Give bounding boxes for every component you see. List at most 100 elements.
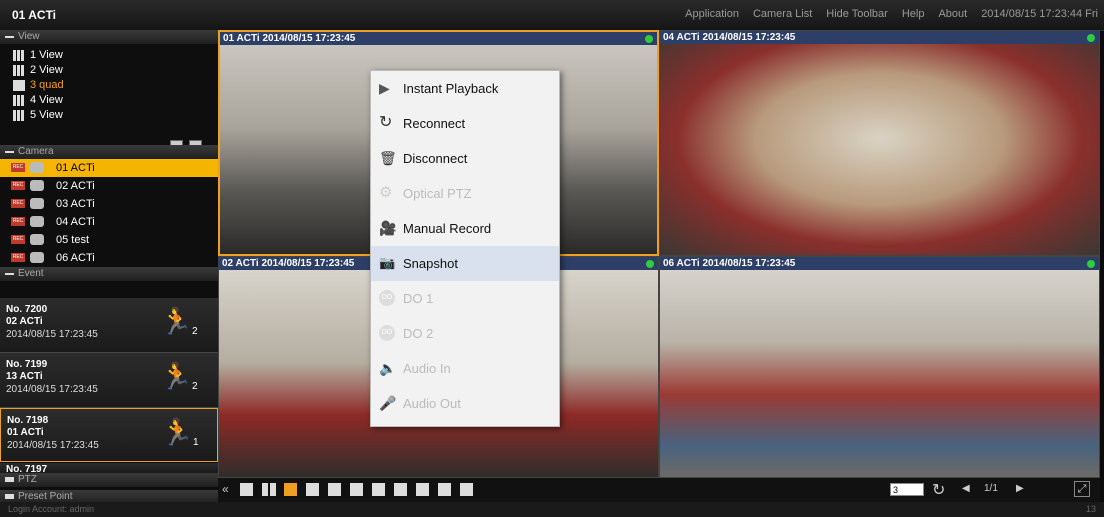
menu-camera-list[interactable]: Camera List — [753, 8, 812, 20]
rec-badge-icon: REC — [11, 199, 25, 208]
view-item-2[interactable]: 2 View — [0, 63, 218, 78]
camera-item-05[interactable]: REC 05 test — [0, 231, 218, 249]
status-bar: Login Account: admin 13 — [0, 502, 1104, 517]
camera-icon — [30, 234, 44, 245]
camera-icon — [30, 162, 44, 173]
menu-hide-toolbar[interactable]: Hide Toolbar — [826, 8, 888, 20]
event-item[interactable]: No. 7200 02 ACTi 2014/08/15 17:23:45 🏃 2 — [0, 298, 218, 353]
context-menu: ▶ Instant Playback ↻ Reconnect 🗑 Disconnect… — [370, 70, 560, 427]
layout-8-button[interactable] — [328, 483, 341, 496]
play-icon: ▶ — [379, 80, 390, 96]
menu-application[interactable]: Application — [685, 8, 739, 20]
fullscreen-icon[interactable]: ⤢ — [1074, 481, 1090, 497]
top-bar: 01 ACTi Application Camera List Hide Too… — [0, 0, 1104, 31]
camera-tile-06[interactable]: 06 ACTi 2014/08/15 17:23:45 — [659, 256, 1100, 478]
layout-quad-button[interactable] — [284, 483, 297, 496]
trash-icon: 🗑 — [379, 150, 397, 166]
menu-bar: Application Camera List Hide Toolbar Hel… — [685, 8, 1098, 20]
menu-audio-in: 🔈 Audio In — [379, 360, 451, 376]
page-indicator: 1/1 — [984, 483, 998, 494]
menu-do-2: DO DO 2 — [371, 316, 559, 351]
rec-badge-icon: REC — [11, 163, 25, 172]
menu-instant-playback[interactable]: ▶ Instant Playback — [371, 71, 559, 106]
camera-item-04[interactable]: REC 04 ACTi — [0, 213, 218, 231]
status-icon — [1087, 34, 1095, 42]
do-icon: DO — [379, 290, 395, 306]
layout-25-button[interactable] — [460, 483, 473, 496]
record-camera-icon: 🎥 — [379, 220, 397, 236]
camera-grid: 01 ACTi 2014/08/15 17:23:45 04 ACTi 2014… — [218, 30, 1100, 478]
menu-help[interactable]: Help — [902, 8, 925, 20]
collapse-icon — [5, 273, 14, 275]
menu-audio-out: 🎤 Audio Out — [379, 395, 461, 411]
speaker-icon: 🔈 — [379, 360, 397, 376]
view-item-1[interactable]: 1 View — [0, 48, 218, 63]
camera-item-01[interactable]: REC 01 ACTi — [0, 159, 218, 177]
motion-person-icon: 🏃 — [160, 306, 193, 336]
ptz-section-header[interactable]: PTZ — [0, 473, 218, 487]
camera-item-06[interactable]: REC 06 ACTi — [0, 249, 218, 267]
layout-20-button[interactable] — [438, 483, 451, 496]
sidebar: View 1 View 2 View 3 quad 4 View 5 View … — [0, 30, 218, 504]
camera-icon — [30, 198, 44, 209]
expand-icon — [5, 494, 14, 499]
event-section-header[interactable]: Event — [0, 267, 218, 281]
layout-9-button[interactable] — [350, 483, 363, 496]
tile-title: 06 ACTi 2014/08/15 17:23:45 — [660, 257, 1099, 270]
motion-person-icon: 🏃 — [160, 361, 193, 391]
menu-manual-record[interactable]: 🎥 Manual Record — [371, 211, 559, 246]
view-item-4[interactable]: 4 View — [0, 93, 218, 108]
app-title: 01 ACTi — [12, 8, 57, 22]
collapse-icon — [5, 151, 14, 153]
rec-badge-icon: REC — [11, 235, 25, 244]
layout-2-button-b — [270, 483, 276, 496]
status-icon — [646, 260, 654, 268]
camera-item-03[interactable]: REC 03 ACTi — [0, 195, 218, 213]
tile-title: 04 ACTi 2014/08/15 17:23:45 — [660, 31, 1099, 44]
view-item-5[interactable]: 5 View — [0, 108, 218, 123]
tile-title: 01 ACTi 2014/08/15 17:23:45 — [220, 32, 657, 45]
rec-badge-icon: REC — [11, 181, 25, 190]
motion-person-icon: 🏃 — [161, 417, 194, 447]
rec-badge-icon: REC — [11, 253, 25, 262]
refresh-icon[interactable]: ↻ — [932, 480, 945, 500]
rec-badge-icon: REC — [11, 217, 25, 226]
layout-icon — [13, 50, 25, 61]
menu-snapshot[interactable]: 📷 Snapshot — [371, 246, 559, 281]
view-item-3[interactable]: 3 quad — [0, 78, 218, 93]
layout-16-button[interactable] — [416, 483, 429, 496]
view-section-header[interactable]: View — [0, 30, 218, 44]
layout-10-button[interactable] — [372, 483, 385, 496]
layout-6-button[interactable] — [306, 483, 319, 496]
camera-tile-04[interactable]: 04 ACTi 2014/08/15 17:23:45 — [659, 30, 1100, 256]
camera-item-02[interactable]: REC 02 ACTi — [0, 177, 218, 195]
menu-do-1: DO DO 1 — [371, 281, 559, 316]
layout-1-button[interactable] — [240, 483, 253, 496]
login-status: Login Account: admin — [8, 504, 95, 514]
event-item[interactable]: No. 7199 13 ACTi 2014/08/15 17:23:45 🏃 2 — [0, 353, 218, 408]
layout-icon — [13, 95, 25, 106]
next-page-icon[interactable]: ▶ — [1016, 483, 1024, 494]
menu-about[interactable]: About — [938, 8, 967, 20]
camera-icon — [30, 180, 44, 191]
layout-2-button[interactable] — [262, 483, 268, 496]
menu-optical-ptz: ⚙ Optical PTZ — [379, 184, 472, 202]
layout-icon — [13, 65, 25, 76]
menu-disconnect[interactable]: 🗑 Disconnect — [371, 141, 559, 176]
menu-reconnect[interactable]: ↻ Reconnect — [371, 106, 559, 141]
ptz-gear-icon: ⚙ — [379, 184, 393, 201]
layout-icon — [13, 110, 25, 121]
collapse-left-icon[interactable]: « — [222, 482, 229, 496]
reconnect-icon: ↻ — [379, 114, 393, 131]
microphone-icon: 🎤 — [379, 395, 397, 411]
expand-icon — [5, 477, 14, 482]
connection-count: 13 — [1085, 504, 1096, 514]
layout-13-button[interactable] — [394, 483, 407, 496]
event-item[interactable]: No. 7198 01 ACTi 2014/08/15 17:23:45 🏃 1 — [0, 408, 218, 462]
dome-camera-icon — [30, 252, 44, 263]
video-feed — [660, 44, 1099, 255]
prev-page-icon[interactable]: ◀ — [962, 483, 970, 494]
page-number-input[interactable] — [890, 483, 924, 496]
dome-camera-icon — [30, 216, 44, 227]
camera-section-header[interactable]: Camera — [0, 145, 218, 159]
